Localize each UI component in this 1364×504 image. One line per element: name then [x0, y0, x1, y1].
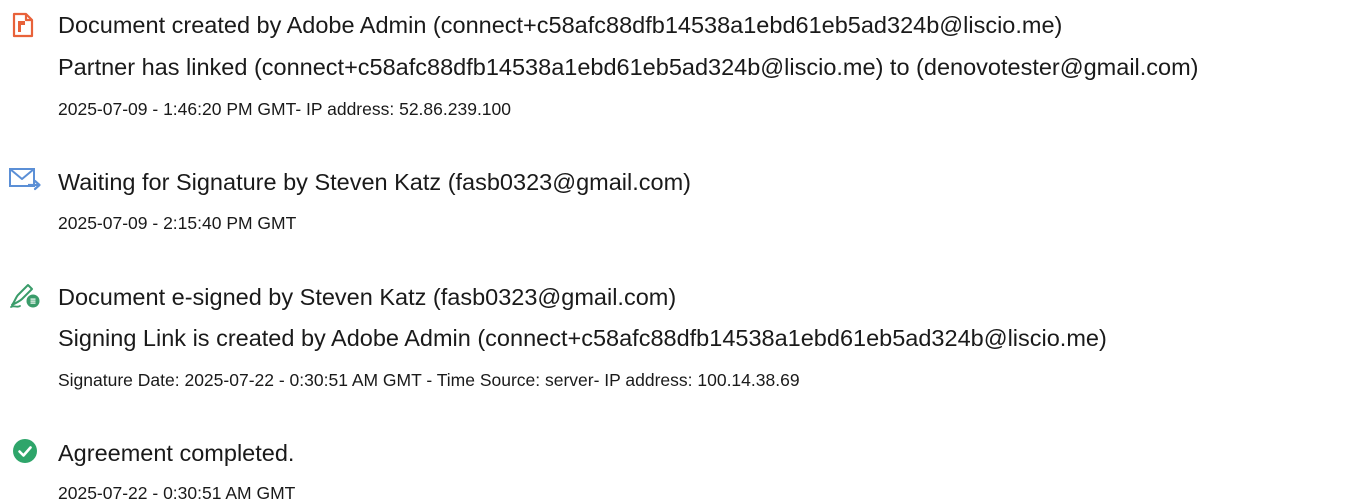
event-timestamp: 2025-07-09 - 1:46:20 PM GMT- IP address:…	[58, 99, 512, 119]
event-description: Partner has linked (connect+c58afc88dfb1…	[58, 54, 1199, 80]
event-description: Agreement completed.	[58, 440, 295, 466]
email-sent-icon	[8, 166, 41, 192]
esign-pen-icon	[8, 281, 40, 308]
event-description: Signing Link is created by Adobe Admin (…	[58, 325, 1107, 351]
event-timestamp: 2025-07-22 - 0:30:51 AM GMT	[58, 483, 296, 503]
event-description: Waiting for Signature by Steven Katz (fa…	[58, 169, 691, 195]
checkmark-circle-icon	[12, 438, 38, 464]
event-description: Document created by Adobe Admin (connect…	[58, 12, 1063, 38]
event-timestamp: Signature Date: 2025-07-22 - 0:30:51 AM …	[58, 370, 800, 390]
event-timestamp: 2025-07-09 - 2:15:40 PM GMT	[58, 213, 297, 233]
document-created-icon	[11, 12, 37, 38]
event-description: Document e-signed by Steven Katz (fasb03…	[58, 284, 677, 310]
